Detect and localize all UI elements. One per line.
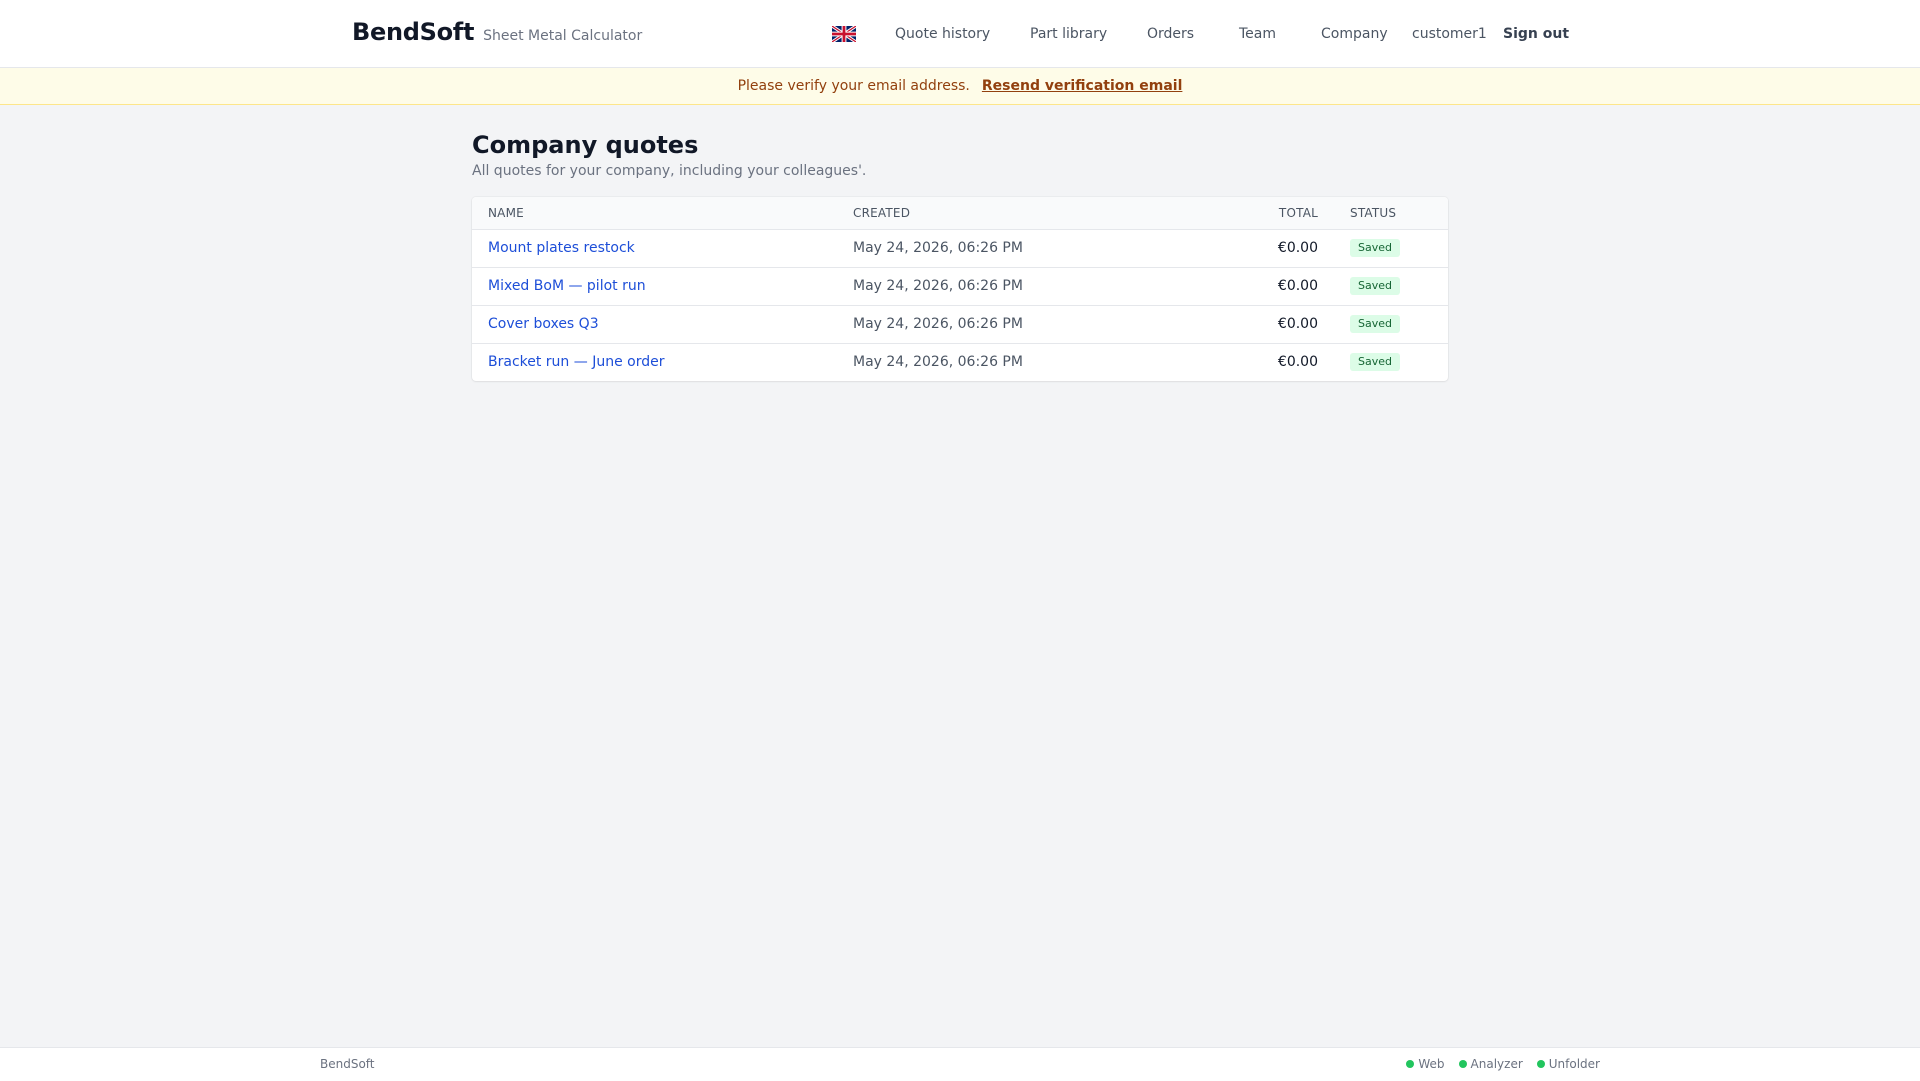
nav-team[interactable]: Team [1239,24,1276,44]
service-label: Unfolder [1548,1057,1600,1071]
quote-created: May 24, 2026, 06:26 PM [853,342,1218,381]
quotes-table: Name Created Total Status Mount plates r… [472,197,1448,381]
table-row: Cover boxes Q3 May 24, 2026, 06:26 PM €0… [472,304,1448,343]
status-badge: Saved [1350,353,1400,372]
brand-name[interactable]: BendSoft [352,18,474,46]
quotes-table-card: Name Created Total Status Mount plates r… [472,197,1448,381]
top-header: BendSoft Sheet Metal Calculator Quote hi… [0,0,1920,68]
table-row: Mount plates restock May 24, 2026, 06:26… [472,229,1448,267]
sign-out-button[interactable]: Sign out [1503,24,1569,44]
brand-subtitle: Sheet Metal Calculator [483,28,643,44]
banner-message: Please verify your email address. [737,78,970,94]
service-status-list: Web Analyzer Unfolder [1392,1057,1600,1071]
column-header-total: Total [1218,197,1318,230]
quote-created: May 24, 2026, 06:26 PM [853,240,1023,256]
footer-brand: BendSoft [320,1057,375,1071]
quote-name-link[interactable]: Cover boxes Q3 [488,316,599,332]
brand[interactable]: BendSoft Sheet Metal Calculator [352,18,642,46]
column-header-created: Created [853,197,1218,230]
table-row: Mixed BoM — pilot run May 24, 2026, 06:2… [472,266,1448,305]
table-row: Bracket run — June order May 24, 2026, 0… [472,342,1448,381]
quote-total: €0.00 [1218,342,1318,381]
status-dot-icon [1458,1060,1467,1068]
service-status-web: Web [1406,1057,1445,1071]
footer: BendSoft Web Analyzer Unfolder [0,1047,1920,1081]
table-header-row: Name Created Total Status [472,197,1448,230]
quote-created: May 24, 2026, 06:26 PM [853,266,1218,305]
quote-total: €0.00 [1218,304,1318,343]
nav-company[interactable]: Company [1321,24,1388,44]
column-header-name: Name [472,197,853,230]
quote-name-link[interactable]: Mount plates restock [488,240,635,256]
resend-verification-link[interactable]: Resend verification email [982,78,1183,94]
service-label: Analyzer [1470,1057,1523,1071]
quote-created: May 24, 2026, 06:26 PM [853,304,1218,343]
nav-orders[interactable]: Orders [1147,24,1194,44]
status-dot-icon [1536,1060,1545,1068]
page-subtitle: All quotes for your company, including y… [472,163,867,179]
username: customer1 [1412,26,1487,42]
quote-total: €0.00 [1218,266,1318,305]
column-header-status: Status [1318,197,1448,230]
verify-email-banner: Please verify your email address. Resend… [0,68,1920,105]
nav-part-library[interactable]: Part library [1030,24,1107,44]
status-badge: Saved [1350,239,1400,257]
quote-name-link[interactable]: Bracket run — June order [488,354,664,370]
quote-name-link[interactable]: Mixed BoM — pilot run [488,278,646,294]
page-title: Company quotes [472,131,699,159]
uk-flag-icon[interactable] [832,26,856,42]
status-badge: Saved [1350,277,1400,295]
service-status-unfolder: Unfolder [1536,1057,1600,1071]
status-badge: Saved [1350,315,1400,333]
status-dot-icon [1406,1060,1415,1068]
service-status-analyzer: Analyzer [1458,1057,1523,1071]
service-label: Web [1418,1057,1445,1071]
nav-quote-history[interactable]: Quote history [895,24,990,44]
quote-total: €0.00 [1277,240,1318,256]
